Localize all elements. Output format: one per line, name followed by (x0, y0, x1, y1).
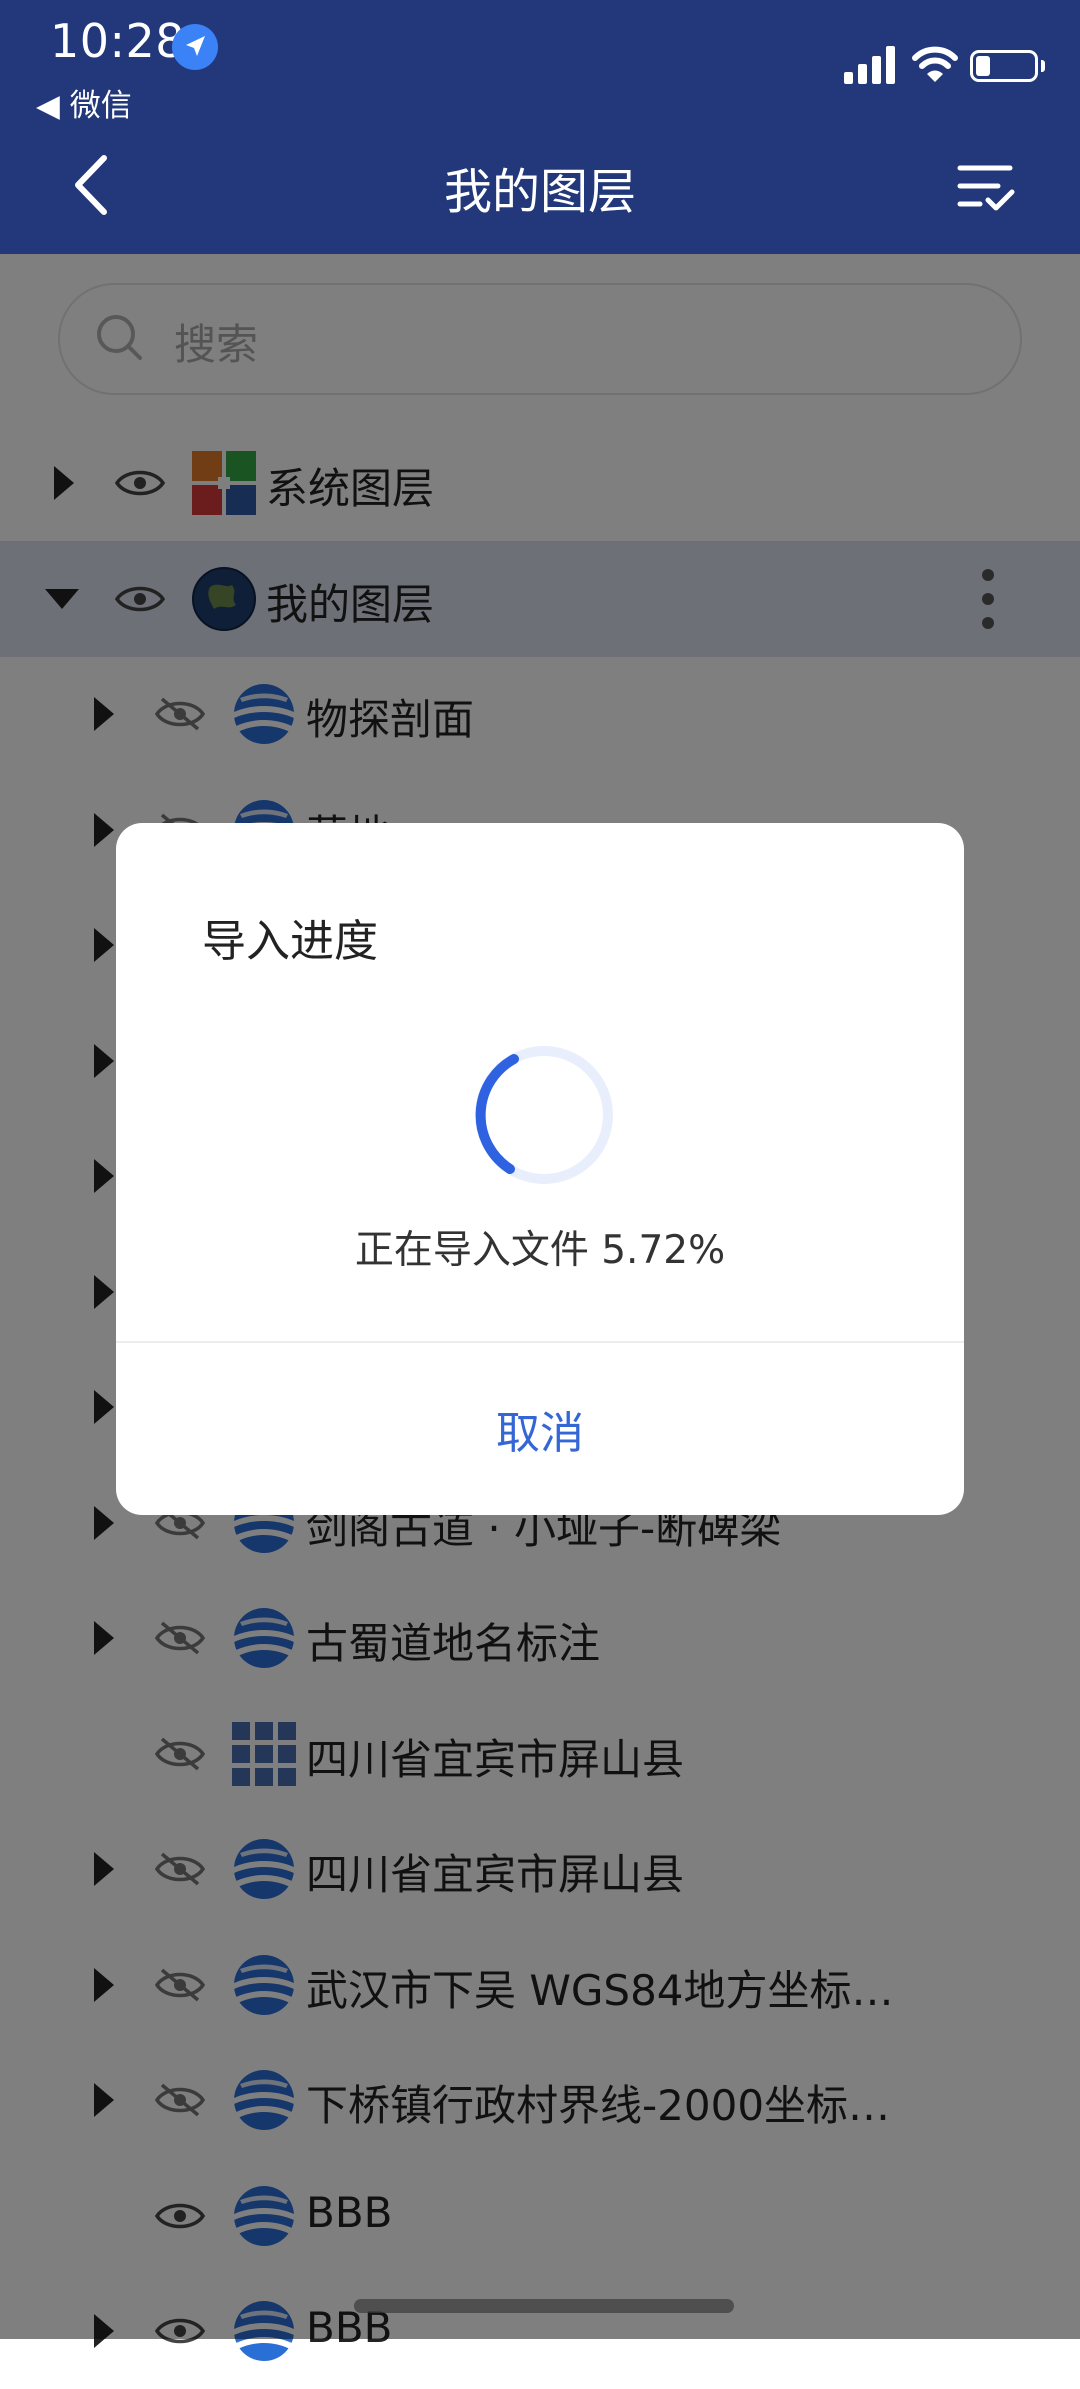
loading-spinner-icon (470, 1041, 618, 1189)
cancel-button[interactable]: 取消 (116, 1343, 964, 1515)
multi-select-menu-button[interactable] (956, 162, 1016, 216)
battery-icon (970, 50, 1038, 82)
wifi-icon (912, 44, 958, 84)
back-to-wechat-link[interactable]: ◀ 微信 (36, 80, 132, 125)
status-time: 10:28 (50, 14, 186, 68)
cellular-signal-icon (844, 46, 896, 84)
import-progress-dialog: 导入进度 正在导入文件 5.72% 取消 (116, 823, 964, 1515)
battery-tip (1041, 60, 1045, 72)
dialog-title: 导入进度 (202, 916, 378, 967)
home-indicator (354, 2299, 734, 2313)
location-arrow-icon (172, 24, 218, 70)
import-status-text: 正在导入文件 5.72% (354, 1228, 726, 1273)
page-title: 我的图层 (443, 164, 636, 220)
